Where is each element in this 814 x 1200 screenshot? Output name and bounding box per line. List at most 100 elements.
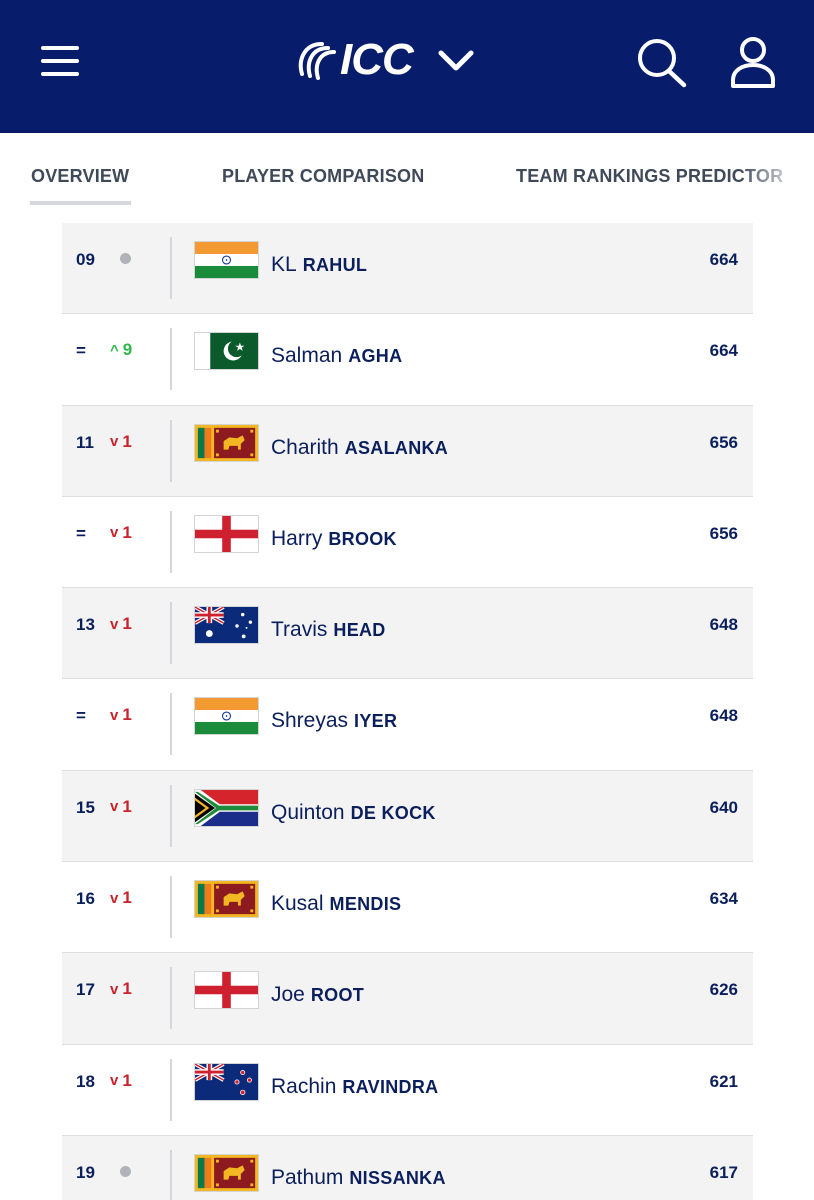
player-last-name: HEAD <box>333 620 386 641</box>
chevron-down-icon[interactable] <box>436 44 476 78</box>
ranking-row[interactable]: 15 v1 Quinton DE KOCK 640 <box>62 770 753 863</box>
player-first-name: Quinton <box>271 800 345 824</box>
column-divider <box>170 237 172 299</box>
player-name[interactable]: Kusal MENDIS <box>271 892 401 916</box>
rating-value: 656 <box>709 432 738 452</box>
player-name[interactable]: Travis HEAD <box>271 618 386 642</box>
active-tab-indicator <box>30 201 131 205</box>
sri-lanka-flag-icon <box>195 1154 258 1191</box>
movement-change: 1 <box>122 522 132 542</box>
tab-overview[interactable]: OVERVIEW <box>31 166 129 187</box>
player-name[interactable]: Salman AGHA <box>271 344 402 368</box>
rating-value: 634 <box>709 889 738 909</box>
column-divider <box>170 328 172 391</box>
top-navigation-bar: ICC <box>0 0 814 133</box>
arrow-down-icon: v <box>110 798 119 816</box>
pakistan-flag-icon <box>195 333 258 370</box>
player-first-name: Travis <box>271 618 328 642</box>
movement-change: 1 <box>122 796 132 816</box>
column-divider <box>170 876 172 939</box>
rank-value: 13 <box>76 615 95 635</box>
country-flag <box>194 971 259 1010</box>
arrow-down-icon: v <box>110 433 119 451</box>
player-last-name: ASALANKA <box>344 437 449 458</box>
country-flag <box>194 332 259 371</box>
movement-change: 1 <box>122 705 132 725</box>
arrow-up-icon: ^ <box>110 341 119 359</box>
player-last-name: RAHUL <box>302 255 368 275</box>
column-divider <box>170 510 172 573</box>
tab-player-comparison[interactable]: PLAYER COMPARISON <box>222 166 424 187</box>
rating-value: 648 <box>709 706 738 726</box>
player-name[interactable]: Rachin RAVINDRA <box>271 1075 438 1099</box>
column-divider <box>170 1149 172 1200</box>
ranking-row[interactable]: 11 v1 Charith ASALANKA 656 <box>62 405 753 497</box>
player-name[interactable]: Quinton DE KOCK <box>271 801 436 825</box>
player-last-name: BROOK <box>328 528 397 549</box>
south-africa-flag-icon <box>195 789 258 826</box>
player-name[interactable]: Shreyas IYER <box>271 709 397 733</box>
rank-value: = <box>76 341 86 361</box>
player-last-name: AGHA <box>348 346 403 367</box>
player-name[interactable]: Charith ASALANKA <box>271 436 448 460</box>
movement-change: 1 <box>122 614 132 634</box>
player-first-name: Pathum <box>271 1165 344 1189</box>
column-divider <box>170 602 172 665</box>
player-last-name: MENDIS <box>329 894 402 915</box>
column-divider <box>170 419 172 482</box>
menu-icon[interactable] <box>38 42 84 80</box>
rating-value: 648 <box>709 615 738 635</box>
ranking-row[interactable]: 17 v1 Joe ROOT 626 <box>62 953 753 1045</box>
user-icon[interactable] <box>728 36 778 90</box>
player-first-name: Rachin <box>271 1074 337 1098</box>
england-flag-icon <box>195 972 258 1009</box>
rating-value: 621 <box>709 1071 738 1091</box>
sri-lanka-flag-icon <box>195 881 258 918</box>
movement-change: 1 <box>122 1070 132 1090</box>
rank-value: = <box>76 706 86 726</box>
icc-logo[interactable]: ICC <box>292 35 414 84</box>
rank-value: 11 <box>76 432 94 452</box>
arrow-down-icon: v <box>110 524 119 542</box>
rank-movement: ^ 9 <box>110 340 132 360</box>
ranking-row[interactable]: 13 v1 Travis HEAD 648 <box>62 588 753 680</box>
logo-text: ICC <box>340 35 414 84</box>
column-divider <box>170 693 172 756</box>
rank-movement: v1 <box>110 797 132 817</box>
rank-value: 18 <box>76 1071 95 1091</box>
india-flag-icon <box>195 242 258 278</box>
rank-movement: v1 <box>110 523 132 543</box>
search-icon[interactable] <box>634 36 690 88</box>
column-divider <box>170 967 172 1030</box>
no-change-dot-icon <box>120 1165 131 1177</box>
rank-value: 17 <box>76 980 95 1000</box>
rating-value: 664 <box>709 250 738 269</box>
ranking-row[interactable]: 09 KL RAHUL 664 <box>62 223 753 315</box>
player-name[interactable]: KL RAHUL <box>271 253 367 277</box>
ranking-row[interactable]: = v1 Shreyas IYER 648 <box>62 679 753 771</box>
rating-value: 664 <box>709 341 738 361</box>
england-flag-icon <box>195 515 258 552</box>
player-last-name: NISSANKA <box>349 1167 446 1188</box>
player-first-name: KL <box>271 253 297 276</box>
player-last-name: RAVINDRA <box>342 1076 439 1097</box>
ranking-row[interactable]: 19 Pathum NISSANKA 617 <box>62 1135 753 1200</box>
ranking-row[interactable]: 18 v1 Rachin RAVINDRA 621 <box>62 1045 753 1136</box>
player-name[interactable]: Harry BROOK <box>271 527 397 551</box>
player-first-name: Charith <box>271 435 339 459</box>
arrow-down-icon: v <box>110 615 119 633</box>
ranking-row[interactable]: = ^ 9 Salman AGHA 664 <box>62 314 753 406</box>
movement-change: 1 <box>122 431 132 451</box>
player-last-name: IYER <box>354 711 398 732</box>
player-name[interactable]: Joe ROOT <box>271 983 364 1007</box>
ranking-row[interactable]: 16 v1 Kusal MENDIS 634 <box>62 862 753 954</box>
rating-value: 617 <box>709 1162 738 1182</box>
country-flag <box>194 1153 259 1192</box>
ranking-row[interactable]: = v1 Harry BROOK 656 <box>62 497 753 589</box>
player-name[interactable]: Pathum NISSANKA <box>271 1166 446 1190</box>
country-flag <box>194 606 259 645</box>
column-divider <box>170 784 172 847</box>
movement-change: 1 <box>122 979 132 999</box>
player-first-name: Joe <box>271 983 305 1007</box>
icc-logo-mark-icon <box>298 42 336 80</box>
